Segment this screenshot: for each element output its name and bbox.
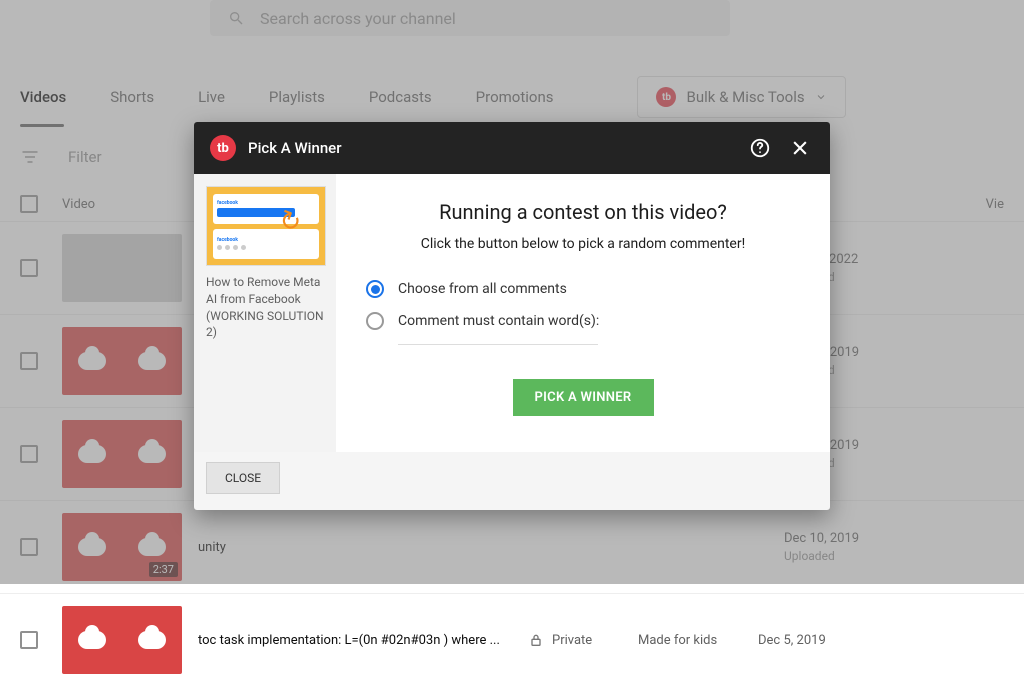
- tubebuddy-logo-icon: tb: [210, 135, 236, 161]
- contest-heading: Running a contest on this video?: [366, 200, 800, 224]
- option-all-comments[interactable]: Choose from all comments: [366, 280, 800, 298]
- close-icon: [790, 138, 810, 158]
- radio-selected-icon: [366, 280, 384, 298]
- pick-winner-modal: tb Pick A Winner facebook facebook ↻ How…: [194, 122, 830, 510]
- contest-pane: Running a contest on this video? Click t…: [336, 174, 830, 452]
- modal-header: tb Pick A Winner: [194, 122, 830, 174]
- restriction-cell: Made for kids: [638, 633, 758, 648]
- words-input-underline[interactable]: [398, 344, 598, 345]
- pick-winner-button[interactable]: PICK A WINNER: [513, 379, 654, 416]
- option-words-label: Comment must contain word(s):: [398, 313, 599, 329]
- close-button[interactable]: CLOSE: [206, 462, 280, 494]
- selected-video-thumbnail: facebook facebook ↻: [206, 186, 326, 266]
- row-checkbox[interactable]: [20, 631, 38, 649]
- radio-unselected-icon: [366, 312, 384, 330]
- help-button[interactable]: [746, 134, 774, 162]
- option-contain-words[interactable]: Comment must contain word(s):: [366, 312, 800, 330]
- selected-video-title: How to Remove Meta AI from Facebook (WOR…: [206, 274, 324, 341]
- video-thumbnail[interactable]: [62, 606, 182, 674]
- help-icon: [749, 137, 771, 159]
- row-title: toc task implementation: L=(0n #02n#03n …: [198, 633, 528, 648]
- row-date: Dec 5, 2019: [758, 633, 878, 648]
- modal-title: Pick A Winner: [248, 139, 734, 157]
- close-x-button[interactable]: [786, 134, 814, 162]
- lock-icon: [528, 632, 544, 648]
- option-all-label: Choose from all comments: [398, 281, 567, 297]
- contest-subheading: Click the button below to pick a random …: [366, 236, 800, 252]
- visibility-cell: Private: [528, 632, 638, 648]
- video-info-pane: facebook facebook ↻ How to Remove Meta A…: [194, 174, 336, 452]
- table-row[interactable]: toc task implementation: L=(0n #02n#03n …: [0, 593, 1024, 686]
- modal-scrim: tb Pick A Winner facebook facebook ↻ How…: [0, 0, 1024, 584]
